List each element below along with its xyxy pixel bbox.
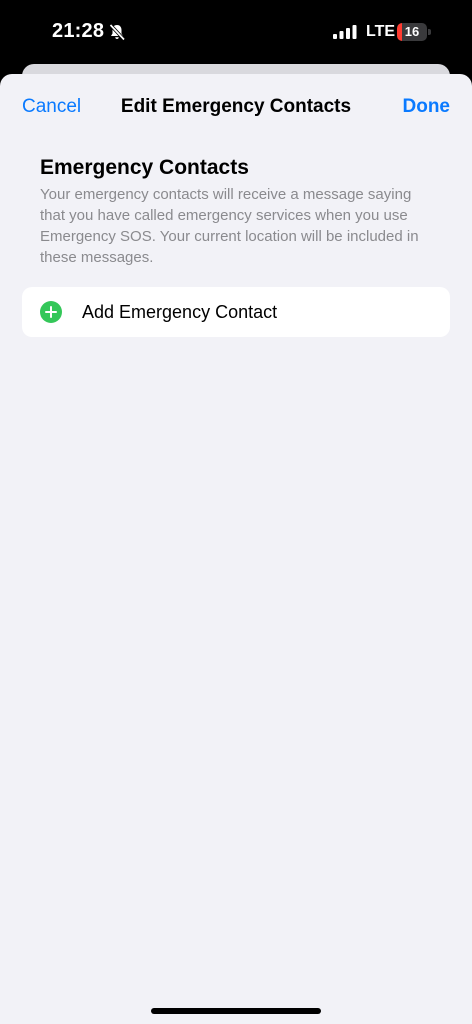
cellular-signal-icon bbox=[333, 25, 357, 39]
done-button[interactable]: Done bbox=[403, 96, 451, 118]
emergency-contacts-list: Add Emergency Contact bbox=[22, 287, 450, 337]
battery-tip bbox=[428, 29, 431, 35]
home-indicator[interactable] bbox=[151, 1008, 321, 1014]
add-emergency-contact-label: Add Emergency Contact bbox=[82, 302, 278, 322]
add-emergency-contact-button[interactable]: Add Emergency Contact bbox=[22, 287, 450, 337]
cancel-button[interactable]: Cancel bbox=[22, 96, 81, 118]
section-description: Your emergency contacts will receive a m… bbox=[40, 186, 419, 266]
bell-slash-icon bbox=[109, 23, 126, 41]
screen: 21:28 LTE 16 Cancel Edit Emergency Conta… bbox=[0, 0, 472, 1024]
battery-icon: 16 bbox=[397, 23, 427, 41]
battery-percentage: 16 bbox=[404, 24, 420, 39]
status-time: 21:28 bbox=[52, 20, 105, 42]
network-type-label: LTE bbox=[366, 23, 396, 40]
modal-sheet: Cancel Edit Emergency Contacts Done Emer… bbox=[0, 74, 472, 1024]
section-header: Emergency Contacts bbox=[40, 156, 249, 179]
status-bar: 21:28 LTE 16 bbox=[0, 0, 472, 64]
navigation-bar: Cancel Edit Emergency Contacts Done bbox=[0, 74, 472, 140]
plus-circle-icon bbox=[40, 301, 62, 323]
